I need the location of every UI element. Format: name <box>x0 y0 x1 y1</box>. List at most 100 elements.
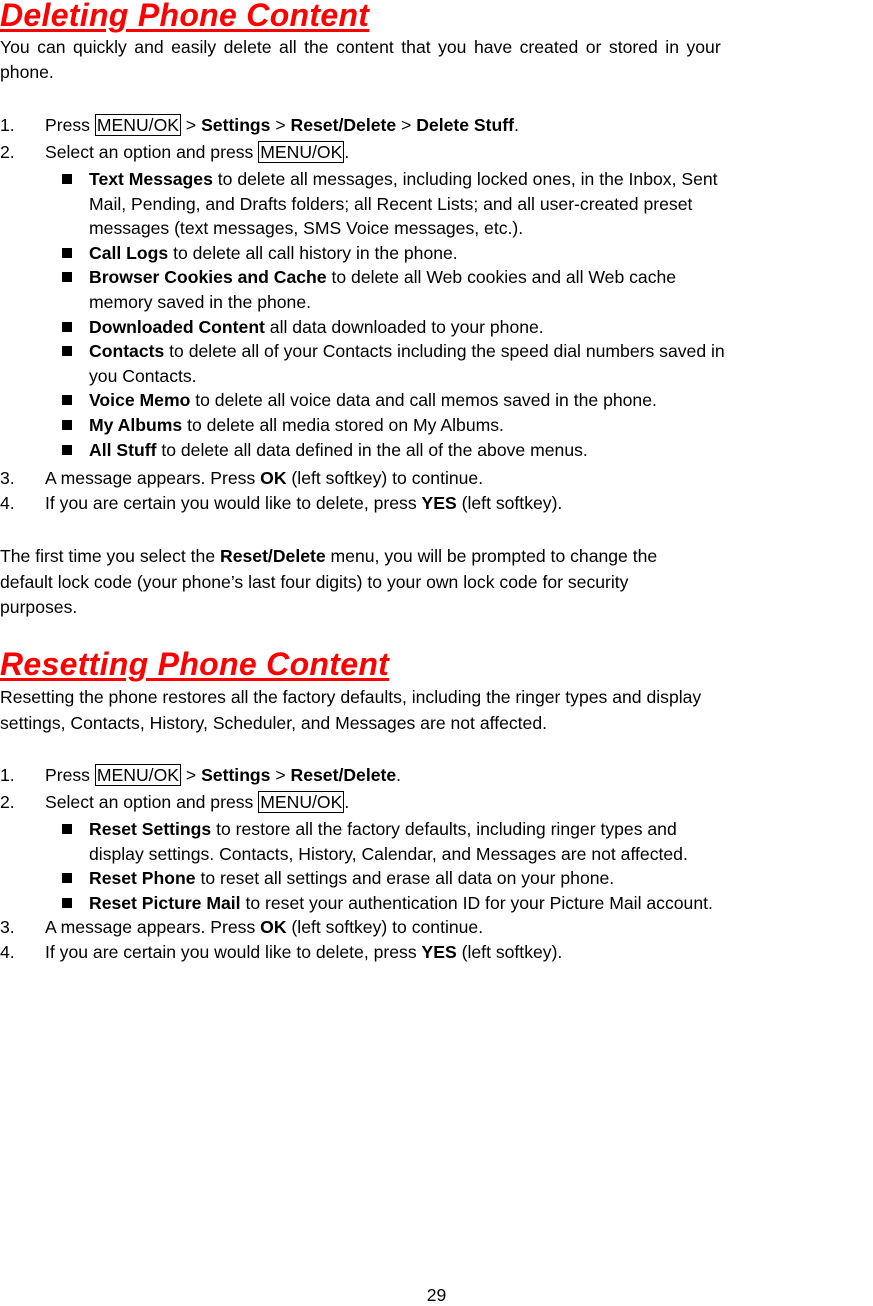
list-item: messages (text messages, SMS Voice messa… <box>89 216 523 240</box>
menu-ok-key: MENU/OK <box>258 141 345 163</box>
step-text: Press <box>45 115 95 135</box>
list-item: Mail, Pending, and Drafts folders; all R… <box>89 192 692 216</box>
option-description: to restore all the factory defaults, inc… <box>211 819 677 839</box>
separator: > <box>270 115 291 135</box>
list-item: display settings. Contacts, History, Cal… <box>89 842 688 866</box>
option-description: to delete all call history in the phone. <box>168 242 458 263</box>
ok-softkey-label: OK <box>260 468 287 488</box>
menu-path-delete-stuff: Delete Stuff <box>416 115 514 135</box>
note-text: menu, you will be prompted to change the <box>325 546 658 566</box>
bullet-square-icon <box>62 247 72 258</box>
note-menu-name: Reset/Delete <box>220 546 326 566</box>
list-item: Reset Settings to restore all the factor… <box>89 817 677 841</box>
option-description: messages (text messages, SMS Voice messa… <box>89 218 524 239</box>
yes-softkey-label: YES <box>421 493 457 513</box>
option-name: Contacts <box>89 341 165 362</box>
bullet-square-icon <box>62 321 72 332</box>
step-text: Select an option and press <box>45 142 259 162</box>
bullet-square-icon <box>62 395 72 406</box>
option-description: all data downloaded to your phone. <box>264 316 544 337</box>
step-text: Select an option and press <box>45 792 259 812</box>
list-item: Voice Memo to delete all voice data and … <box>89 388 657 412</box>
reset-intro-line-1: Resetting the phone restores all the fac… <box>0 687 702 707</box>
option-description: to delete all media stored on My Albums. <box>182 415 504 435</box>
note-text: The first time you select the <box>0 546 221 566</box>
option-name: Reset Phone <box>89 868 196 889</box>
step-text: (left softkey) to continue. <box>286 917 484 937</box>
section-title-deleting: Deleting Phone Content <box>0 0 370 33</box>
step-number: 2. <box>0 792 15 812</box>
option-name: Voice Memo <box>89 390 191 411</box>
option-description: to delete all messages, including locked… <box>212 169 718 189</box>
option-name: Downloaded Content <box>89 316 265 337</box>
step-number: 3. <box>0 917 15 937</box>
bullet-square-icon <box>62 272 72 283</box>
option-description: to reset all settings and erase all data… <box>195 868 615 889</box>
step-text: (left softkey) to continue. <box>286 468 484 488</box>
ok-softkey-label: OK <box>260 917 287 937</box>
option-name: Browser Cookies and Cache <box>89 267 327 288</box>
step-text: (left softkey). <box>456 493 563 513</box>
bullet-square-icon <box>62 897 72 908</box>
bullet-square-icon <box>62 873 72 884</box>
list-item: Browser Cookies and Cache to delete all … <box>89 265 676 289</box>
separator: > <box>181 765 202 785</box>
step-number: 1. <box>0 765 15 785</box>
menu-ok-key: MENU/OK <box>94 764 181 786</box>
page-number: 29 <box>426 1285 447 1305</box>
step-number: 4. <box>0 942 15 962</box>
option-name: My Albums <box>89 415 183 435</box>
list-item: you Contacts. <box>89 364 197 388</box>
list-item: Downloaded Content all data downloaded t… <box>89 315 544 339</box>
bullet-square-icon <box>62 174 72 184</box>
list-item: Text Messages to delete all messages, in… <box>89 167 718 191</box>
option-description: to delete all Web cookies and all Web ca… <box>326 267 677 288</box>
list-item: Reset Phone to reset all settings and er… <box>89 866 614 890</box>
reset-intro-line-2: settings, Contacts, History, Scheduler, … <box>0 713 548 733</box>
note-line-3: purposes. <box>0 597 78 617</box>
step-number: 2. <box>0 142 15 162</box>
step-number: 4. <box>0 493 15 513</box>
step-text: A message appears. Press <box>45 468 261 488</box>
bullet-square-icon <box>62 444 72 455</box>
option-description: to reset your authentication ID for your… <box>240 892 713 913</box>
option-description: Mail, Pending, and Drafts folders; all R… <box>89 193 693 214</box>
period: . <box>396 765 402 785</box>
option-description: to delete all of your Contacts including… <box>164 341 725 362</box>
option-name: All Stuff <box>89 439 157 460</box>
option-description: display settings. Contacts, History, Cal… <box>89 843 688 864</box>
option-description: you Contacts. <box>89 365 197 386</box>
period: . <box>513 115 519 135</box>
separator: > <box>181 115 202 135</box>
bullet-square-icon <box>62 420 72 430</box>
option-name: Reset Settings <box>89 819 212 839</box>
menu-path-reset-delete: Reset/Delete <box>290 115 397 135</box>
yes-softkey-label: YES <box>421 942 457 962</box>
option-name: Text Messages <box>89 169 213 189</box>
menu-ok-key: MENU/OK <box>94 114 181 136</box>
list-item: All Stuff to delete all data defined in … <box>89 438 588 462</box>
note-line-1: The first time you select the Reset/Dele… <box>0 544 657 568</box>
option-name: Call Logs <box>89 242 169 263</box>
list-item: memory saved in the phone. <box>89 290 311 314</box>
period: . <box>344 792 350 812</box>
bullet-square-icon <box>62 824 72 834</box>
separator: > <box>396 115 417 135</box>
step-text: (left softkey). <box>456 942 563 962</box>
menu-path-reset-delete: Reset/Delete <box>290 765 397 785</box>
bullet-square-icon <box>62 346 72 357</box>
menu-ok-key: MENU/OK <box>258 791 345 813</box>
menu-path-settings: Settings <box>201 115 271 135</box>
list-item: Call Logs to delete all call history in … <box>89 241 458 265</box>
intro-paragraph-line-1: You can quickly and easily delete all th… <box>0 37 721 57</box>
step-text: If you are certain you would like to del… <box>45 493 422 513</box>
menu-path-settings: Settings <box>201 765 271 785</box>
list-item: Contacts to delete all of your Contacts … <box>89 339 725 363</box>
intro-paragraph-line-2: phone. <box>0 62 54 82</box>
list-item: My Albums to delete all media stored on … <box>89 413 504 437</box>
period: . <box>344 142 350 162</box>
option-description: memory saved in the phone. <box>89 292 312 312</box>
step-text: A message appears. Press <box>45 917 261 937</box>
list-item: Reset Picture Mail to reset your authent… <box>89 891 713 915</box>
separator: > <box>270 765 291 785</box>
